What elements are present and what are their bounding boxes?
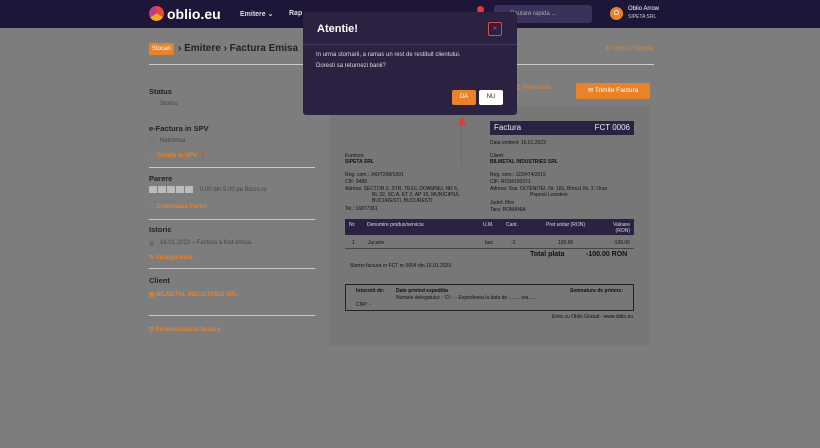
client-judet: Judet: Ilfov (490, 200, 515, 206)
send-spv-link[interactable]: → Trimite in SPV ❓ (149, 152, 206, 159)
col-cant: Cant. (506, 222, 518, 228)
user-avatar[interactable]: O (610, 7, 623, 20)
dialog-message: In urma stornarii, a ramas un rest de re… (316, 52, 461, 58)
breadcrumb-tag[interactable]: Stocari (149, 43, 174, 55)
annotation-arrow (461, 125, 462, 165)
divider (149, 268, 315, 269)
client-name: BILMETAL INDUSTRIES SRL (490, 159, 558, 165)
cnp-label: CNP: - (356, 302, 371, 308)
print-button[interactable]: ⎙ Printeaza (516, 84, 550, 92)
semnatura-label: Semnatura de primire: (570, 288, 624, 294)
client-tara: Tara: ROMANIA (490, 207, 526, 213)
star-icon (167, 186, 175, 193)
logo-text[interactable]: oblio.eu (167, 6, 221, 22)
user-name[interactable]: Oblio Arrow (628, 6, 659, 12)
expeditie-detail: Numele delegatului: - CI: - - Expedierea… (396, 295, 536, 301)
star-icon (176, 186, 184, 193)
row-pret: 100.00 (558, 240, 574, 246)
invoice-number: FCT 0006 (594, 123, 630, 132)
info-icon: ⓘ (149, 104, 156, 110)
calendar-icon: ▣ (149, 241, 155, 247)
invoice-title: Factura (494, 123, 522, 132)
rating-value: 0.00 din 5.00 pe Bizoo.ro (200, 187, 267, 193)
row-um: buc (485, 240, 494, 246)
istoric-label: Istoric (149, 225, 172, 234)
personalize-invoice-link[interactable]: ⊟ Personalizeaza factura (149, 326, 220, 333)
client-link[interactable]: ▤ BILMETAL INDUSTRIES SRL (149, 291, 238, 298)
yes-button[interactable]: DA (452, 90, 476, 105)
col-produs: Denumire produs/serviciu (367, 222, 424, 228)
supplier-tel: Tel.: 16877361 (345, 206, 378, 212)
invoice-date: Data emiterii: 16.01.2023 (490, 140, 546, 146)
breadcrumb: › Emitere › Factura Emisa (178, 43, 299, 54)
invoice-header: Factura FCT 0006 (490, 121, 634, 135)
dialog-question: Doresti sa returnezi banii? (316, 63, 386, 69)
supplier-address-3: BUCURESTI, BUCURESTI (372, 198, 433, 204)
divider (149, 219, 315, 220)
total-label: Total plata (530, 251, 565, 258)
invoice-footer-text: Emis cu Oblio Gratuit - www.oblio.eu (552, 314, 634, 320)
col-nr: Nr. (349, 222, 356, 228)
info-icon: ⓘ (149, 141, 156, 147)
send-invoice-button[interactable]: ✉ Trimite Factura (576, 83, 650, 99)
star-icon (185, 186, 193, 193)
col-um: U.M. (483, 222, 494, 228)
client-address-2: Popesti Leordeni (530, 192, 568, 198)
expeditie-label: Date privind expeditia (396, 288, 448, 294)
efactura-value: Netrimisa (160, 138, 186, 144)
istoric-value: 16.01.2023 – Factura a fost emisa (160, 240, 252, 246)
row-produs: Jucarie (368, 240, 385, 246)
col-pret: Pret unitar (RON) (546, 222, 585, 228)
total-value: -100.00 RON (586, 251, 628, 258)
star-icon (149, 186, 157, 193)
dialog-divider (303, 44, 517, 45)
no-button[interactable]: NU (479, 90, 503, 105)
confirm-dialog: Atentie! × In urma stornarii, a ramas un… (303, 12, 517, 115)
row-valoare: -100.00 (613, 240, 630, 246)
annotation-arrow-head-icon (458, 117, 466, 125)
supplier-reg: Reg. com.: J40/7268/1991 (345, 172, 404, 178)
nav-rapoarte[interactable]: Rap (289, 10, 302, 17)
options-button[interactable]: ⚙ Optiuni Factura (605, 45, 653, 52)
client-reg: Reg. com.: J23/474/2015 (490, 172, 546, 178)
divider (149, 167, 315, 168)
intocmit-label: Intocmit de: (356, 288, 385, 294)
add-note-link[interactable]: ✎ Adauga Nota (149, 254, 192, 261)
client-label: Client (149, 276, 170, 285)
col-valoare: Valoare (RON) (613, 222, 630, 234)
parere-label: Parere (149, 174, 173, 183)
status-value: Storno (160, 101, 178, 107)
row-nr: 1 (352, 240, 355, 246)
user-company: SIPETA SRL (628, 14, 657, 20)
table-header: Nr. Denumire produs/serviciu U.M. Cant. … (345, 219, 634, 235)
nav-emitere[interactable]: Emitere ⌄ (240, 10, 274, 18)
status-label: Status (149, 87, 172, 96)
supplier-name: SIPETA SRL (345, 159, 374, 165)
dialog-title: Atentie! (317, 23, 358, 35)
star-icon (158, 186, 166, 193)
close-icon[interactable]: × (488, 22, 502, 36)
storno-note: Storno factura nr FCT nr 0004 din 16.01.… (350, 263, 452, 269)
oblio-logo-icon[interactable] (149, 6, 164, 21)
efactura-label: e-Factura in SPV (149, 124, 209, 133)
divider (149, 315, 315, 316)
client-cif: CIF: RO34100371 (490, 179, 531, 185)
row-cant: -1 (511, 240, 516, 246)
supplier-cif: CIF: 9489 (345, 179, 367, 185)
table-divider (345, 248, 634, 249)
collect-reviews-link[interactable]: → Colecteaza Pareri (149, 204, 207, 210)
